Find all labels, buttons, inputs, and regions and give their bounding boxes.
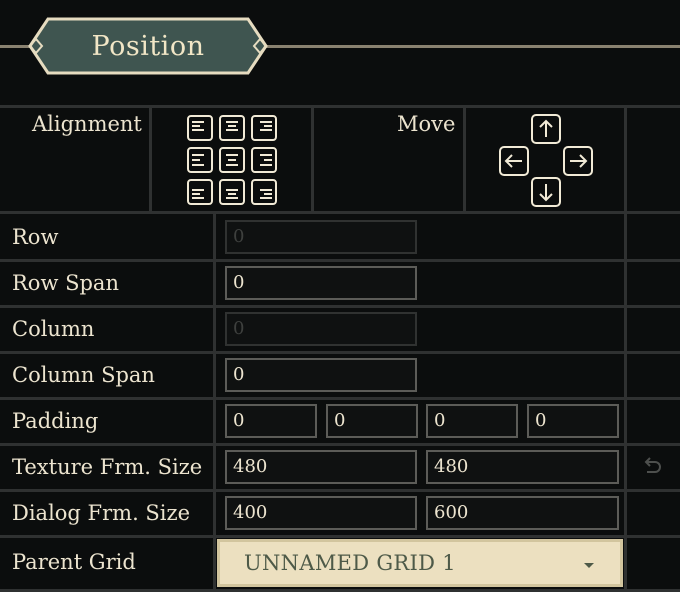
parent-grid-dropdown[interactable]: UNNAMED GRID 1: [217, 539, 623, 587]
parent-grid-selected: UNNAMED GRID 1: [244, 551, 456, 575]
padding-right-input[interactable]: 0: [326, 404, 418, 438]
grid-line: [149, 105, 152, 213]
row-span-label: Row Span: [12, 271, 119, 295]
grid-line: [0, 259, 680, 262]
alignment-label: Alignment: [32, 112, 142, 136]
column-input[interactable]: 0: [225, 312, 417, 346]
position-panel: Position Alignment Move Row 0 Row Span 0…: [0, 0, 680, 592]
grid-line: [0, 211, 680, 214]
column-span-input[interactable]: 0: [225, 358, 417, 392]
move-label: Move: [397, 112, 456, 136]
grid-line: [0, 305, 680, 308]
grid-line: [624, 105, 627, 592]
texture-frame-width-input[interactable]: 480: [225, 450, 417, 484]
dialog-frame-size-label: Dialog Frm. Size: [12, 501, 191, 525]
dialog-frame-height-input[interactable]: 600: [426, 496, 619, 530]
padding-left-input[interactable]: 0: [527, 404, 619, 438]
row-label: Row: [12, 225, 59, 249]
grid-line: [0, 105, 680, 108]
column-span-label: Column Span: [12, 363, 155, 387]
row-input[interactable]: 0: [225, 220, 417, 254]
grid-line: [0, 351, 680, 354]
dialog-frame-width-input[interactable]: 400: [225, 496, 417, 530]
grid-line: [0, 397, 680, 400]
grid-line: [0, 489, 680, 492]
move-arrows: [499, 114, 593, 207]
padding-top-input[interactable]: 0: [225, 404, 317, 438]
padding-bottom-input[interactable]: 0: [426, 404, 518, 438]
texture-frame-height-input[interactable]: 480: [426, 450, 619, 484]
alignment-grid: [187, 115, 277, 205]
column-label: Column: [12, 317, 95, 341]
grid-line: [463, 105, 466, 213]
grid-line: [0, 443, 680, 446]
grid-line: [213, 211, 216, 592]
grid-line: [0, 535, 680, 538]
undo-icon[interactable]: [641, 456, 663, 478]
grid-line: [311, 105, 314, 213]
section-title: Position: [91, 30, 205, 62]
padding-label: Padding: [12, 409, 99, 433]
texture-frame-size-label: Texture Frm. Size: [12, 455, 203, 479]
row-span-input[interactable]: 0: [225, 266, 417, 300]
chevron-down-icon: [584, 563, 594, 568]
parent-grid-label: Parent Grid: [12, 550, 136, 574]
